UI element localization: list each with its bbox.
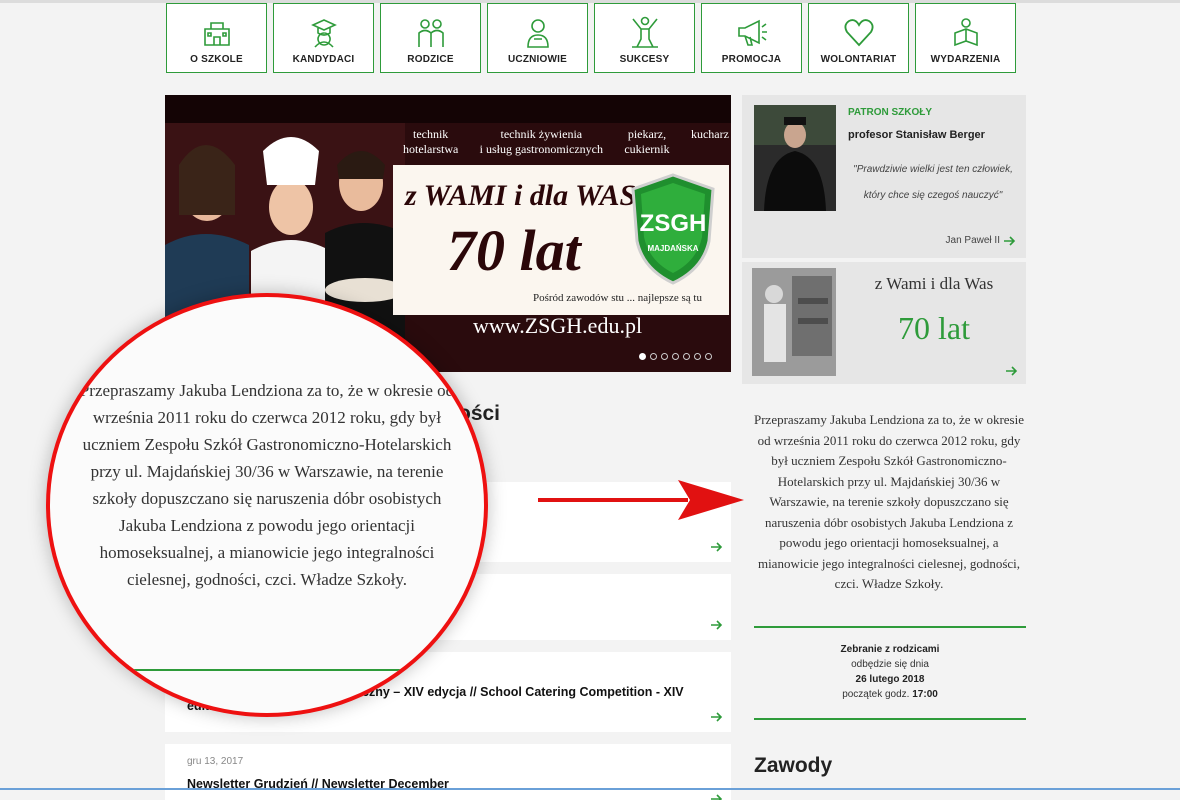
events-icon [953,18,978,47]
arrow-right-icon [711,620,723,630]
nav-label: UCZNIOWIE [507,54,568,65]
slider-dot[interactable] [694,353,701,360]
nav-item-sukcesy[interactable]: SUKCESY [594,3,695,73]
slider-dot[interactable] [705,353,712,360]
graduate-icon [310,19,337,48]
career-line2: hotelarstwa [403,142,459,156]
nav-item-uczniowie[interactable]: UCZNIOWIE [487,3,588,73]
parents-icon [417,19,444,47]
slider-dot[interactable] [639,353,646,360]
nav-label: WOLONTARIAT [820,54,897,65]
career-line1: piekarz, [627,127,667,141]
zsgh-logo: ZSGH MAJDAŃSKA [631,173,715,285]
patron-name: profesor Stanisław Berger [848,129,985,141]
anniversary-line1: z Wami i dla Was [874,274,994,293]
lens-divider [50,669,484,671]
winner-icon [631,16,658,48]
career-line1: technik [412,127,449,141]
hero-url: www.ZSGH.edu.pl [473,313,643,338]
heart-icon [844,19,873,47]
magnifier-lens: Przepraszamy Jakuba Lendziona za to, że … [46,293,488,717]
slider-dot[interactable] [661,353,668,360]
nav-item-wolontariat[interactable]: WOLONTARIAT [808,3,909,73]
career-item: kucharz [691,127,729,157]
patron-quote: "Prawdziwie wielki jest ten człowiek, kt… [853,164,1013,201]
arrow-right-icon [711,542,723,552]
parent-meeting-notice: Zebranie z rodzicami odbędzie się dnia 2… [754,642,1026,702]
meeting-time: 17:00 [912,689,938,700]
nav-label: O SZKOLE [190,54,243,65]
career-item: piekarz, cukiernik [624,127,669,157]
apology-notice: Przepraszamy Jakuba Lendziona za to, że … [754,412,1024,591]
red-pointer-arrow [538,480,744,520]
meeting-time-label: początek godz. [842,689,910,700]
logo-subtext: MAJDAŃSKA [647,244,698,253]
hero-careers: technik hotelarstwa technik żywienia i usłu… [403,127,729,157]
slider-dot[interactable] [683,353,690,360]
nav-label: SUKCESY [619,54,670,65]
arrow-right-icon [1004,235,1016,246]
window-bottom-border [0,788,1180,790]
nav-item-kandydaci[interactable]: KANDYDACI [273,3,374,73]
page: O SZKOLE KANDYDACI RODZICE UCZNIOWIE SUKCESY… [0,0,1180,800]
school-building-icon [203,22,230,46]
nav-item-promocja[interactable]: PROMOCJA [701,3,802,73]
slider-dot[interactable] [650,353,657,360]
arrow-right-icon [711,794,723,800]
divider [754,718,1026,720]
hero-years: 70 lat [447,218,581,283]
hero-slogan: z WAMI i dla WAS [405,179,637,212]
anniversary-photo [752,268,836,376]
career-line1: technik żywienia [500,127,583,141]
news-card[interactable]: gru 13, 2017 Newsletter Grudzień // Newsl… [165,744,731,800]
arrow-right-icon [1006,366,1018,376]
career-line2: i usług gastronomicznych [479,142,603,156]
patron-tag: PATRON SZKOŁY [848,107,933,118]
career-item: technik hotelarstwa [403,127,458,157]
student-icon [526,19,549,48]
anniversary-years: 70 lat [898,310,970,346]
slider-dots [639,353,712,360]
anniversary-box[interactable]: z Wami i dla Was 70 lat [742,262,1026,384]
meeting-date: 26 lutego 2018 [855,674,925,685]
hero-motto: Pośród zawodów stu ... najlepsze są tu [533,292,702,304]
meeting-line2: odbędzie się dnia [851,659,929,670]
patron-box: PATRON SZKOŁY profesor Stanisław Berger … [742,95,1026,258]
nav-label: PROMOCJA [721,54,782,65]
nav-label: KANDYDACI [292,54,355,65]
logo-text: ZSGH [640,210,707,237]
nav-item-wydarzenia[interactable]: WYDARZENIA [915,3,1016,73]
career-line2: cukiernik [624,142,670,156]
nav-label: RODZICE [407,54,454,65]
nav-item-o-szkole[interactable]: O SZKOLE [166,3,267,73]
nav-label: WYDARZENIA [930,54,1001,65]
career-item: technik żywienia i usług gastronomicznych [480,127,603,157]
patron-author-link[interactable]: Jan Paweł II [946,235,1016,246]
magnified-apology: Przepraszamy Jakuba Lendziona za to, że … [79,381,455,589]
arrow-right-icon [711,712,723,722]
divider [754,626,1026,628]
patron-author: Jan Paweł II [945,235,1000,246]
nav-item-rodzice[interactable]: RODZICE [380,3,481,73]
career-line1: kucharz [690,127,729,141]
main-nav: O SZKOLE KANDYDACI RODZICE UCZNIOWIE SUKCESY… [166,3,1026,75]
meeting-title: Zebranie z rodzicami [840,644,940,655]
megaphone-icon [737,19,767,46]
sidebar-heading-zawody: Zawody [754,754,833,777]
news-date: gru 13, 2017 [187,756,244,767]
slider-dot[interactable] [672,353,679,360]
patron-photo [754,105,836,211]
